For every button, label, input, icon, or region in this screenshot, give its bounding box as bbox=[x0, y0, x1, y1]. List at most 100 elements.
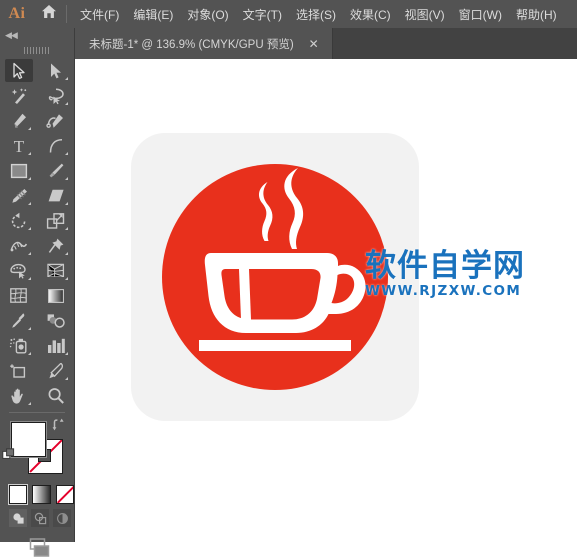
magnifier-icon bbox=[47, 387, 65, 405]
curvature-tool[interactable] bbox=[37, 108, 74, 133]
column-graph-tool[interactable] bbox=[37, 333, 74, 358]
rectangle-icon bbox=[10, 163, 28, 179]
tool-flyout-indicator bbox=[28, 252, 31, 255]
rectangle-tool[interactable] bbox=[0, 158, 37, 183]
tool-flyout-indicator bbox=[28, 152, 31, 155]
tool-flyout-indicator bbox=[28, 127, 31, 130]
artboard-tool[interactable] bbox=[0, 358, 37, 383]
change-screen-mode-button[interactable] bbox=[0, 527, 74, 559]
color-mode-button[interactable] bbox=[9, 485, 28, 504]
document-tab[interactable]: 未标题-1* @ 136.9% (CMYK/GPU 预览) ✕ bbox=[75, 28, 333, 59]
draw-normal-button[interactable] bbox=[9, 509, 27, 527]
slice-tool[interactable] bbox=[37, 358, 74, 383]
zoom-tool[interactable] bbox=[37, 383, 74, 408]
menu-help[interactable]: 帮助(H) bbox=[509, 2, 564, 27]
menu-object[interactable]: 对象(O) bbox=[180, 2, 235, 27]
hand-tool[interactable] bbox=[0, 383, 37, 408]
tool-flyout-indicator bbox=[28, 402, 31, 405]
close-icon[interactable]: ✕ bbox=[306, 37, 322, 51]
tool-flyout-indicator bbox=[65, 152, 68, 155]
menubar-divider bbox=[66, 5, 67, 23]
shaper-tool[interactable] bbox=[0, 183, 37, 208]
tool-flyout-indicator bbox=[65, 277, 68, 280]
steam-wisp-left bbox=[259, 182, 273, 241]
steam-wisp-right bbox=[284, 168, 304, 249]
tool-flyout-indicator bbox=[28, 177, 31, 180]
coffee-cup-icon-artwork[interactable] bbox=[131, 133, 419, 421]
menu-effect[interactable]: 效果(C) bbox=[343, 2, 398, 27]
document-tab-title: 未标题-1* @ 136.9% (CMYK/GPU 预览) bbox=[89, 38, 294, 51]
menu-edit[interactable]: 编辑(E) bbox=[126, 2, 180, 27]
rotate-tool[interactable] bbox=[0, 208, 37, 233]
menu-window[interactable]: 窗口(W) bbox=[452, 2, 509, 27]
home-icon bbox=[41, 4, 57, 24]
default-fill-stroke-icon[interactable] bbox=[2, 448, 16, 467]
menu-type[interactable]: 文字(T) bbox=[236, 2, 289, 27]
magic-wand-tool[interactable] bbox=[0, 83, 37, 108]
paint-mode-row bbox=[0, 482, 74, 504]
home-button[interactable] bbox=[34, 4, 64, 24]
eraser-tool[interactable] bbox=[37, 183, 74, 208]
eraser-icon bbox=[46, 188, 66, 204]
free-transform-tool[interactable] bbox=[37, 233, 74, 258]
mesh-icon bbox=[9, 287, 29, 305]
pen-icon bbox=[10, 112, 28, 130]
menu-bar: Ai 文件(F) 编辑(E) 对象(O) 文字(T) 选择(S) 效果(C) 视… bbox=[0, 0, 577, 28]
tool-flyout-indicator bbox=[28, 352, 31, 355]
direct-selection-tool[interactable] bbox=[37, 58, 74, 83]
perspective-grid-tool[interactable] bbox=[37, 258, 74, 283]
shaper-pencil-icon bbox=[9, 187, 29, 205]
slice-knife-icon bbox=[47, 362, 65, 380]
eyedropper-tool[interactable] bbox=[0, 308, 37, 333]
paintbrush-tool[interactable] bbox=[37, 158, 74, 183]
magic-wand-icon bbox=[10, 87, 28, 105]
artboard-icon bbox=[9, 362, 29, 380]
collapse-panel-button[interactable]: ◀◀ bbox=[0, 28, 74, 44]
selection-tool[interactable] bbox=[0, 58, 37, 83]
pen-tool[interactable] bbox=[0, 108, 37, 133]
arrow-solid-outline-icon bbox=[11, 62, 27, 80]
width-icon bbox=[9, 237, 29, 255]
scale-icon bbox=[46, 212, 66, 230]
swap-fill-stroke-icon[interactable] bbox=[52, 418, 65, 436]
tool-flyout-indicator bbox=[28, 202, 31, 205]
shape-builder-icon bbox=[9, 262, 29, 280]
gradient-icon bbox=[47, 288, 65, 304]
scale-tool[interactable] bbox=[37, 208, 74, 233]
mesh-tool[interactable] bbox=[0, 283, 37, 308]
tools-panel: ◀◀ T bbox=[0, 28, 75, 557]
shape-builder-tool[interactable] bbox=[0, 258, 37, 283]
menu-select[interactable]: 选择(S) bbox=[289, 2, 343, 27]
draw-behind-button[interactable] bbox=[31, 509, 49, 527]
draw-mode-row bbox=[0, 504, 74, 527]
curvature-pen-icon bbox=[46, 112, 65, 130]
none-mode-button[interactable] bbox=[55, 485, 74, 504]
gradient-tool[interactable] bbox=[37, 283, 74, 308]
coffee-cup-graphic bbox=[199, 168, 366, 351]
tool-flyout-indicator bbox=[65, 202, 68, 205]
document-canvas[interactable]: 软件自学网 WWW.RJZXW.COM bbox=[75, 59, 577, 542]
document-tab-bar: 未标题-1* @ 136.9% (CMYK/GPU 预览) ✕ bbox=[75, 28, 577, 59]
tool-flyout-indicator bbox=[28, 227, 31, 230]
arrow-filled-icon bbox=[48, 62, 63, 80]
tool-flyout-indicator bbox=[65, 227, 68, 230]
line-segment-tool[interactable] bbox=[37, 133, 74, 158]
lasso-tool[interactable] bbox=[37, 83, 74, 108]
menu-file[interactable]: 文件(F) bbox=[73, 2, 126, 27]
draw-inside-button[interactable] bbox=[53, 509, 71, 527]
panel-drag-handle[interactable] bbox=[0, 44, 74, 56]
tool-flyout-indicator bbox=[28, 277, 31, 280]
pushpin-icon bbox=[47, 237, 65, 255]
symbol-sprayer-tool[interactable] bbox=[0, 333, 37, 358]
rotate-icon bbox=[10, 212, 28, 230]
grip-lines-icon bbox=[24, 46, 50, 54]
menu-view[interactable]: 视图(V) bbox=[398, 2, 452, 27]
type-tool[interactable]: T bbox=[0, 133, 37, 158]
fill-color-swatch[interactable] bbox=[11, 422, 46, 457]
arc-line-icon bbox=[47, 137, 65, 155]
gradient-mode-button[interactable] bbox=[32, 485, 51, 504]
blend-tool[interactable] bbox=[37, 308, 74, 333]
width-tool[interactable] bbox=[0, 233, 37, 258]
cup-inner-left-edge bbox=[239, 269, 251, 320]
tool-flyout-indicator bbox=[65, 102, 68, 105]
